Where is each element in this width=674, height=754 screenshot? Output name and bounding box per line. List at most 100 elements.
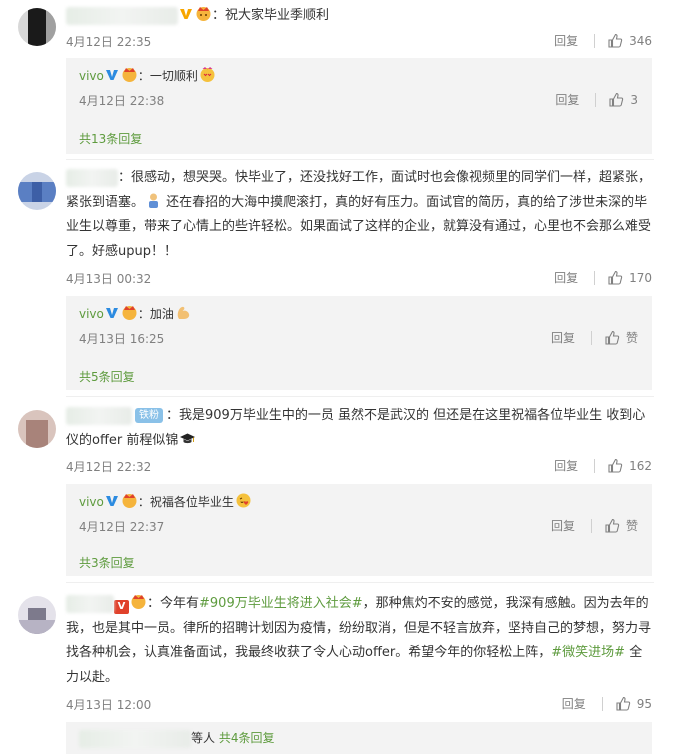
reply-summary: 等人 共4条回复 bbox=[79, 729, 274, 748]
like-count: 346 bbox=[629, 33, 652, 48]
username-blurred[interactable] bbox=[66, 594, 114, 613]
thumbs-up-icon[interactable] bbox=[608, 92, 624, 108]
others-label: 等人 bbox=[191, 731, 216, 745]
comment-body: ：今年有 bbox=[147, 596, 200, 611]
reply-actions: 回复 赞 bbox=[551, 517, 638, 534]
comment-item: 铁粉 ：我是909万毕业生中的一员 虽然不是武汉的 但还是在这里祝福各位毕业生 收… bbox=[0, 398, 674, 578]
fan-badge: 铁粉 bbox=[135, 408, 163, 423]
like-count: 95 bbox=[636, 696, 652, 711]
sub-reply-text: vivo ：祝福各位毕业生 bbox=[79, 492, 252, 511]
comment-time: 4月13日 00:32 bbox=[66, 272, 152, 286]
divider bbox=[595, 92, 597, 107]
comment-actions: 回复 346 bbox=[554, 32, 652, 49]
comment-item: ：祝大家毕业季顺利 4月12日 22:35 回复 346 vivo ：一切顺利 4… bbox=[0, 0, 674, 158]
reply-body: ：一切顺利 bbox=[137, 69, 198, 83]
thumbs-up-icon[interactable] bbox=[607, 33, 623, 49]
like-count: 3 bbox=[630, 92, 638, 107]
reply-button[interactable]: 回复 bbox=[551, 329, 575, 346]
comment-time: 4月12日 22:35 bbox=[66, 35, 152, 49]
username-blurred[interactable] bbox=[66, 406, 132, 425]
like-count: 170 bbox=[629, 270, 652, 285]
person-emoji-icon bbox=[149, 193, 159, 208]
divider bbox=[601, 696, 603, 711]
avatar[interactable] bbox=[18, 172, 56, 210]
divider bbox=[66, 582, 654, 583]
reply-actions: 回复 3 bbox=[555, 91, 638, 108]
avatar[interactable] bbox=[18, 596, 56, 634]
divider bbox=[590, 518, 592, 533]
crown-emoji-icon bbox=[122, 494, 137, 508]
username-blurred[interactable] bbox=[79, 729, 191, 748]
red-v-badge-icon: V bbox=[114, 600, 129, 614]
comment-time: 4月12日 22:32 bbox=[66, 460, 152, 474]
avatar[interactable] bbox=[18, 8, 56, 46]
vip-v-icon bbox=[180, 9, 192, 19]
like-count: 162 bbox=[629, 458, 652, 473]
reply-button[interactable]: 回复 bbox=[554, 269, 578, 286]
comment-actions: 回复 162 bbox=[554, 457, 652, 474]
reply-author[interactable]: vivo bbox=[79, 69, 104, 83]
comment-text: V ：今年有#909万毕业生将进入社会#，那种焦灼不安的感觉，我深有感触。因为去年… bbox=[66, 592, 654, 690]
avatar[interactable] bbox=[18, 410, 56, 448]
reply-button[interactable]: 回复 bbox=[554, 32, 578, 49]
reply-body: ：加油 bbox=[137, 307, 174, 321]
crown-emoji-icon bbox=[196, 7, 211, 21]
thumbs-up-icon[interactable] bbox=[607, 270, 623, 286]
crown-emoji-icon bbox=[122, 306, 137, 320]
divider bbox=[594, 458, 596, 473]
username-blurred[interactable] bbox=[66, 168, 118, 187]
thumbs-up-icon[interactable] bbox=[615, 696, 631, 712]
topic-link[interactable]: #909万毕业生将进入社会# bbox=[199, 596, 363, 611]
vivo-verified-v-icon bbox=[105, 496, 118, 506]
crown-emoji-icon bbox=[122, 68, 137, 82]
reply-body: ：祝福各位毕业生 bbox=[137, 495, 234, 509]
like-label[interactable]: 赞 bbox=[626, 517, 638, 534]
divider bbox=[594, 270, 596, 285]
sub-reply-text: vivo ：加油 bbox=[79, 304, 192, 323]
reply-time: 4月12日 22:38 bbox=[79, 94, 165, 108]
more-replies-link[interactable]: 共3条回复 bbox=[79, 554, 135, 571]
reply-button[interactable]: 回复 bbox=[562, 695, 586, 712]
heart-eyes-emoji-icon bbox=[200, 67, 215, 82]
reply-actions: 回复 赞 bbox=[551, 329, 638, 346]
comment-text: ：祝大家毕业季顺利 bbox=[66, 4, 654, 29]
graduation-cap-emoji-icon bbox=[180, 433, 196, 443]
reply-time: 4月12日 22:37 bbox=[79, 520, 165, 534]
comment-body: ：祝大家毕业季顺利 bbox=[212, 8, 330, 23]
thumbs-up-icon[interactable] bbox=[604, 518, 620, 534]
flexed-biceps-emoji-icon bbox=[177, 306, 190, 319]
reply-box: vivo ：加油 4月13日 16:25 回复 赞 共5条回复 bbox=[66, 296, 652, 390]
topic-link[interactable]: #微笑进场# bbox=[551, 645, 625, 660]
reply-box: vivo ：祝福各位毕业生 4月12日 22:37 回复 赞 共3条回复 bbox=[66, 484, 652, 576]
comment-actions: 回复 95 bbox=[562, 695, 652, 712]
divider bbox=[590, 330, 592, 345]
comment-text: ：很感动，想哭哭。快毕业了，还没找好工作，面试时也会像视频里的同学们一样，超紧张… bbox=[66, 166, 654, 264]
username-blurred[interactable] bbox=[66, 6, 178, 25]
divider bbox=[66, 396, 654, 397]
kissing-heart-emoji-icon bbox=[236, 493, 251, 508]
comment-time: 4月13日 12:00 bbox=[66, 698, 152, 712]
reply-button[interactable]: 回复 bbox=[551, 517, 575, 534]
sub-reply-text: vivo ：一切顺利 bbox=[79, 66, 216, 85]
crown-emoji-icon bbox=[131, 595, 146, 609]
reply-button[interactable]: 回复 bbox=[555, 91, 579, 108]
more-replies-link[interactable]: 共13条回复 bbox=[79, 130, 142, 147]
comment-item: V ：今年有#909万毕业生将进入社会#，那种焦灼不安的感觉，我深有感触。因为去年… bbox=[0, 584, 674, 754]
thumbs-up-icon[interactable] bbox=[607, 458, 623, 474]
reply-author[interactable]: vivo bbox=[79, 495, 104, 509]
divider bbox=[594, 33, 596, 48]
comment-text: 铁粉 ：我是909万毕业生中的一员 虽然不是武汉的 但还是在这里祝福各位毕业生 收… bbox=[66, 404, 654, 453]
thumbs-up-icon[interactable] bbox=[604, 330, 620, 346]
comment-actions: 回复 170 bbox=[554, 269, 652, 286]
reply-button[interactable]: 回复 bbox=[554, 457, 578, 474]
reply-box: 等人 共4条回复 bbox=[66, 722, 652, 754]
vivo-verified-v-icon bbox=[105, 70, 118, 80]
comment-item: ：很感动，想哭哭。快毕业了，还没找好工作，面试时也会像视频里的同学们一样，超紧张… bbox=[0, 160, 674, 392]
more-replies-link[interactable]: 共4条回复 bbox=[219, 731, 275, 745]
vivo-verified-v-icon bbox=[105, 308, 118, 318]
reply-box: vivo ：一切顺利 4月12日 22:38 回复 3 共13条回复 bbox=[66, 58, 652, 154]
reply-author[interactable]: vivo bbox=[79, 307, 104, 321]
more-replies-link[interactable]: 共5条回复 bbox=[79, 368, 135, 385]
reply-time: 4月13日 16:25 bbox=[79, 332, 165, 346]
like-label[interactable]: 赞 bbox=[626, 329, 638, 346]
